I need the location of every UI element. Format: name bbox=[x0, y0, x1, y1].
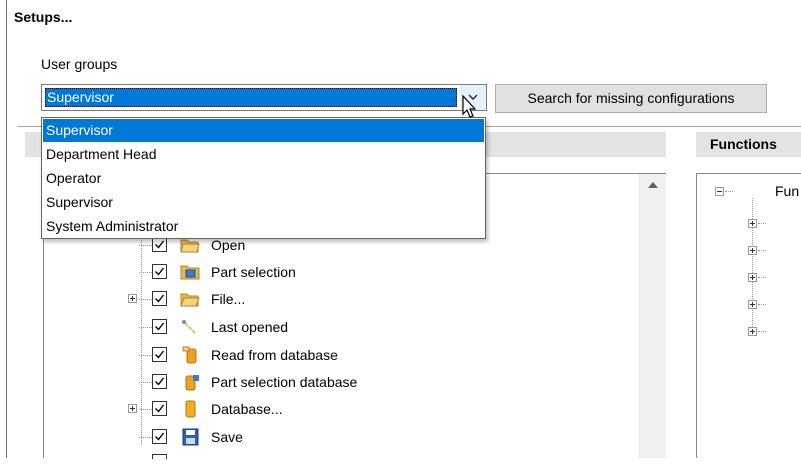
scroll-up-button[interactable] bbox=[640, 174, 666, 196]
checkbox[interactable] bbox=[152, 429, 167, 444]
part-selection-database-icon bbox=[180, 373, 200, 391]
functions-panel-header: Functions bbox=[696, 132, 801, 157]
expand-plus-icon[interactable] bbox=[128, 294, 137, 303]
mouse-cursor-icon bbox=[462, 94, 477, 122]
expand-plus-icon[interactable] bbox=[748, 300, 757, 309]
option-system-administrator[interactable]: System Administrator bbox=[43, 215, 484, 238]
option-supervisor[interactable]: Supervisor bbox=[43, 191, 484, 214]
checkbox[interactable] bbox=[152, 347, 167, 362]
expand-plus-icon[interactable] bbox=[748, 246, 757, 255]
tree-item-label: Database... bbox=[211, 401, 283, 417]
vertical-scrollbar[interactable] bbox=[639, 174, 666, 458]
collapse-minus-icon[interactable] bbox=[715, 187, 724, 196]
database-icon bbox=[180, 400, 200, 418]
tree-item-label: Read from database bbox=[211, 347, 338, 363]
functions-tree[interactable]: Fun bbox=[696, 173, 801, 458]
tree-item-label: Save bbox=[211, 429, 243, 445]
chevron-up-icon bbox=[648, 182, 658, 188]
user-groups-combobox[interactable]: Supervisor bbox=[41, 84, 487, 111]
file-folder-icon bbox=[180, 290, 200, 308]
tree-item-label: Last opened bbox=[211, 319, 289, 335]
checkbox[interactable] bbox=[152, 291, 167, 306]
checkbox[interactable] bbox=[152, 374, 167, 389]
tree-item-part-selection-database[interactable]: Part selection database bbox=[0, 372, 600, 394]
dialog-title: Setups... bbox=[14, 9, 73, 25]
expand-plus-icon[interactable] bbox=[748, 273, 757, 282]
part-selection-icon bbox=[180, 263, 200, 281]
tree-item-last-opened[interactable]: Last opened bbox=[0, 317, 600, 339]
option-operator[interactable]: Operator bbox=[43, 167, 484, 190]
option-supervisor-highlighted[interactable]: Supervisor bbox=[43, 119, 484, 142]
tree-item-partial bbox=[0, 452, 600, 474]
save-disk-icon bbox=[180, 428, 200, 446]
checkbox[interactable] bbox=[152, 319, 167, 334]
functions-root-label: Fun bbox=[775, 183, 800, 199]
search-missing-configurations-button[interactable]: Search for missing configurations bbox=[495, 84, 767, 113]
tree-item-label: Part selection database bbox=[211, 374, 358, 390]
last-opened-icon bbox=[180, 318, 200, 336]
expand-plus-icon[interactable] bbox=[748, 219, 757, 228]
user-groups-dropdown-list[interactable]: Supervisor Department Head Operator Supe… bbox=[41, 117, 486, 239]
user-groups-selected-value[interactable]: Supervisor bbox=[45, 88, 457, 107]
checkbox[interactable] bbox=[152, 237, 167, 252]
functions-title: Functions bbox=[710, 136, 777, 152]
tree-item-file[interactable]: File... bbox=[0, 289, 600, 311]
option-department-head[interactable]: Department Head bbox=[43, 143, 484, 166]
tree-item-label: Part selection bbox=[211, 264, 296, 280]
tree-item-read-from-database[interactable]: Read from database bbox=[0, 345, 600, 367]
expand-plus-icon[interactable] bbox=[748, 327, 757, 336]
checkbox bbox=[152, 454, 167, 459]
tree-item-part-selection[interactable]: Part selection bbox=[0, 262, 600, 284]
read-database-icon bbox=[180, 346, 200, 364]
checkbox[interactable] bbox=[152, 401, 167, 416]
expand-plus-icon[interactable] bbox=[128, 404, 137, 413]
checkbox[interactable] bbox=[152, 264, 167, 279]
tree-item-label: Open bbox=[211, 237, 246, 253]
user-groups-label: User groups bbox=[41, 56, 118, 72]
tree-item-save[interactable]: Save bbox=[0, 427, 600, 449]
tree-item-database[interactable]: Database... bbox=[0, 399, 600, 421]
tree-item-label: File... bbox=[211, 291, 246, 307]
